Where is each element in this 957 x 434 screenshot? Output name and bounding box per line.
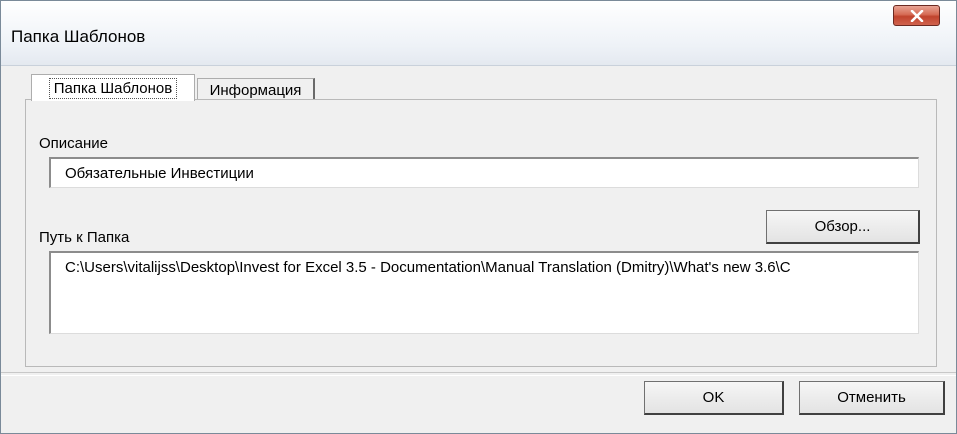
tab-template-folder[interactable]: Папка Шаблонов <box>31 74 195 101</box>
path-value: C:\Users\vitalijss\Desktop\Invest for Ex… <box>65 259 791 276</box>
browse-button-label: Обзор... <box>814 218 871 235</box>
ok-button[interactable]: OK <box>644 381 784 415</box>
dialog-window: Папка Шаблонов Папка Шаблонов Информация… <box>0 0 957 434</box>
description-value: Обязательные Инвестиции <box>65 164 254 182</box>
title-bar[interactable]: Папка Шаблонов <box>1 1 956 66</box>
cancel-button-label: Отменить <box>837 389 906 406</box>
description-label: Описание <box>39 135 109 152</box>
ok-button-label: OK <box>702 389 725 406</box>
tab-label: Информация <box>209 82 302 99</box>
window-title: Папка Шаблонов <box>11 27 146 46</box>
cancel-button[interactable]: Отменить <box>799 381 945 415</box>
footer-separator <box>1 372 956 376</box>
close-button[interactable] <box>893 5 940 26</box>
path-field[interactable]: C:\Users\vitalijss\Desktop\Invest for Ex… <box>49 251 919 334</box>
close-icon <box>910 9 923 22</box>
path-label: Путь к Папка <box>39 229 130 246</box>
description-field[interactable]: Обязательные Инвестиции <box>49 157 919 188</box>
tab-label: Папка Шаблонов <box>48 77 178 99</box>
browse-button[interactable]: Обзор... <box>766 210 920 244</box>
